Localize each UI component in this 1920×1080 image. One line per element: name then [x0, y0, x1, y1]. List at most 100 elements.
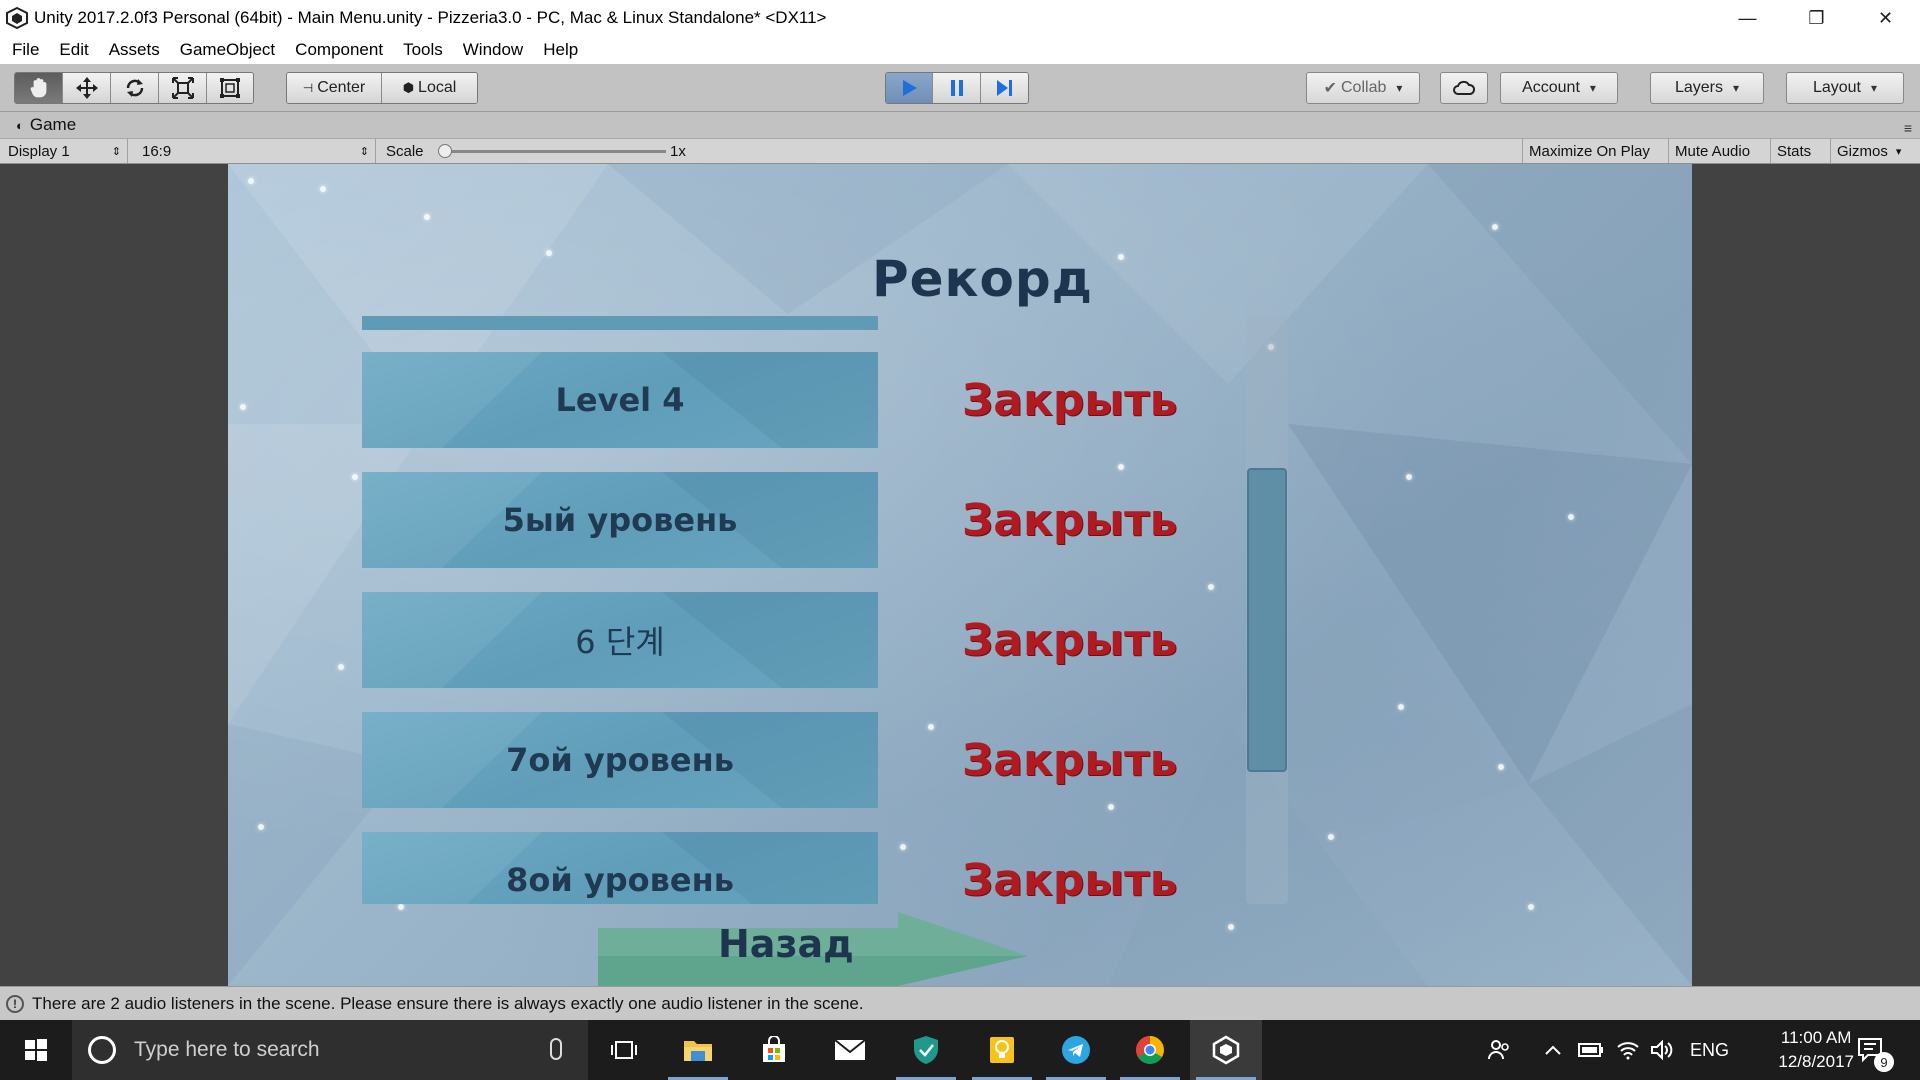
action-center-button[interactable]: 9 — [1856, 1020, 1894, 1080]
rotate-tool-button[interactable] — [111, 73, 159, 103]
clock[interactable]: 11:00 AM 12/8/2017 — [1778, 1026, 1854, 1074]
level-button[interactable]: Level 4 — [362, 352, 878, 448]
people-icon[interactable] — [1486, 1020, 1512, 1080]
unity-taskbar-button[interactable] — [1190, 1020, 1262, 1080]
menu-assets[interactable]: Assets — [99, 40, 170, 60]
tips-button[interactable] — [966, 1020, 1038, 1080]
hand-tool-button[interactable] — [15, 73, 63, 103]
level-row: 8ой уровень Закрыть — [362, 832, 1234, 904]
collab-dropdown[interactable]: ✔ Collab — [1306, 72, 1420, 104]
layout-dropdown[interactable]: Layout — [1786, 72, 1904, 104]
scale-control: Scale 1x — [378, 139, 708, 163]
hand-icon — [30, 78, 46, 98]
close-window-button[interactable]: ✕ — [1851, 0, 1920, 36]
pause-icon — [950, 80, 963, 96]
task-view-button[interactable] — [588, 1020, 660, 1080]
play-icon — [903, 80, 918, 96]
mute-audio-toggle[interactable]: Mute Audio — [1668, 139, 1770, 163]
telegram-button[interactable] — [1040, 1020, 1112, 1080]
panel-menu-icon[interactable]: ≡ — [1904, 120, 1912, 136]
file-explorer-button[interactable] — [662, 1020, 734, 1080]
mail-button[interactable] — [814, 1020, 886, 1080]
level-button[interactable]: 5ый уровень — [362, 472, 878, 568]
snowflake — [424, 214, 430, 220]
snowflake — [1492, 224, 1498, 230]
status-message: There are 2 audio listeners in the scene… — [32, 993, 864, 1013]
level-button[interactable]: 6 단계 — [362, 592, 878, 688]
scale-tool-button[interactable] — [159, 73, 207, 103]
game-tab[interactable]: ◐ Game — [6, 112, 86, 138]
pivot-toggles: ⊣ Center ⬢ Local — [286, 72, 478, 104]
cloud-button[interactable] — [1440, 72, 1488, 104]
level-status: Закрыть — [962, 614, 1178, 666]
level-button[interactable]: 7ой уровень — [362, 712, 878, 808]
play-button[interactable] — [886, 73, 934, 103]
snowflake — [1498, 764, 1504, 770]
snowflake — [1228, 924, 1234, 930]
snowflake — [398, 904, 404, 910]
display-select[interactable]: Display 1 ⇕ — [0, 139, 128, 163]
scale-slider-track[interactable] — [444, 150, 666, 153]
gizmos-dropdown[interactable]: Gizmos ▾ — [1830, 139, 1920, 163]
snowflake — [1528, 904, 1534, 910]
stats-label: Stats — [1777, 142, 1812, 160]
wifi-icon[interactable] — [1616, 1020, 1640, 1080]
menu-help[interactable]: Help — [533, 40, 588, 60]
level-row: 7ой уровень Закрыть — [362, 712, 1234, 808]
display-label: Display 1 — [8, 142, 70, 160]
level-row: 6 단계 Закрыть — [362, 592, 1234, 688]
menu-tools[interactable]: Tools — [393, 40, 453, 60]
chrome-button[interactable] — [1114, 1020, 1186, 1080]
partial-level-button[interactable] — [362, 316, 878, 330]
game-pacman-icon: ◐ — [16, 117, 24, 133]
rect-transform-icon — [220, 78, 240, 98]
pivot-local-toggle[interactable]: ⬢ Local — [382, 73, 477, 103]
stats-toggle[interactable]: Stats — [1770, 139, 1830, 163]
scale-slider-thumb[interactable] — [438, 144, 452, 158]
aspect-label: 16:9 — [142, 142, 172, 160]
pause-button[interactable] — [933, 73, 981, 103]
collab-label: Collab — [1341, 79, 1387, 96]
level-scroll-list[interactable]: Level 4 Закрыть 5ый уровень Закрыть 6 단계… — [362, 316, 1234, 904]
folder-icon — [684, 1041, 712, 1061]
console-status-bar[interactable]: ! There are 2 audio listeners in the sce… — [0, 986, 1920, 1020]
maximize-on-play-toggle[interactable]: Maximize On Play — [1522, 139, 1668, 163]
level-button[interactable]: 8ой уровень — [362, 832, 878, 904]
account-dropdown[interactable]: Account — [1500, 72, 1618, 104]
scrollbar-handle[interactable] — [1247, 468, 1287, 772]
snowflake — [258, 824, 264, 830]
snowflake — [546, 250, 552, 256]
lightbulb-icon — [990, 1037, 1014, 1063]
taskbar-search-box[interactable]: Type here to search — [72, 1020, 588, 1080]
menu-component[interactable]: Component — [285, 40, 393, 60]
language-indicator[interactable]: ENG — [1690, 1020, 1729, 1080]
start-button[interactable] — [0, 1020, 72, 1080]
pivot-center-toggle[interactable]: ⊣ Center — [287, 73, 382, 103]
step-button[interactable] — [980, 73, 1028, 103]
menu-window[interactable]: Window — [453, 40, 533, 60]
security-app-button[interactable] — [890, 1020, 962, 1080]
snowflake — [320, 186, 326, 192]
chevron-up-icon[interactable] — [1544, 1020, 1562, 1080]
layers-label: Layers — [1674, 79, 1723, 96]
volume-icon[interactable] — [1650, 1020, 1674, 1080]
battery-icon[interactable] — [1578, 1020, 1604, 1080]
aspect-select[interactable]: 16:9 ⇕ — [134, 139, 376, 163]
menu-file[interactable]: File — [2, 40, 49, 60]
clock-time: 11:00 AM — [1780, 1028, 1852, 1047]
move-tool-button[interactable] — [63, 73, 111, 103]
game-viewport[interactable]: Рекорд Level 4 Закрыть 5ый уровень Закры… — [228, 164, 1692, 986]
layers-dropdown[interactable]: Layers — [1650, 72, 1764, 104]
maximize-button[interactable]: ❐ — [1782, 0, 1851, 36]
updown-icon: ⇕ — [111, 145, 121, 158]
back-button[interactable]: Назад — [598, 912, 1028, 986]
rect-tool-button[interactable] — [207, 73, 253, 103]
notification-count-badge: 9 — [1874, 1052, 1894, 1072]
store-button[interactable] — [738, 1020, 810, 1080]
menu-gameobject[interactable]: GameObject — [170, 40, 285, 60]
rotate-icon — [126, 79, 143, 97]
play-controls — [885, 72, 1029, 104]
microphone-icon[interactable] — [550, 1038, 562, 1060]
minimize-button[interactable]: — — [1713, 0, 1782, 36]
menu-edit[interactable]: Edit — [49, 40, 98, 60]
